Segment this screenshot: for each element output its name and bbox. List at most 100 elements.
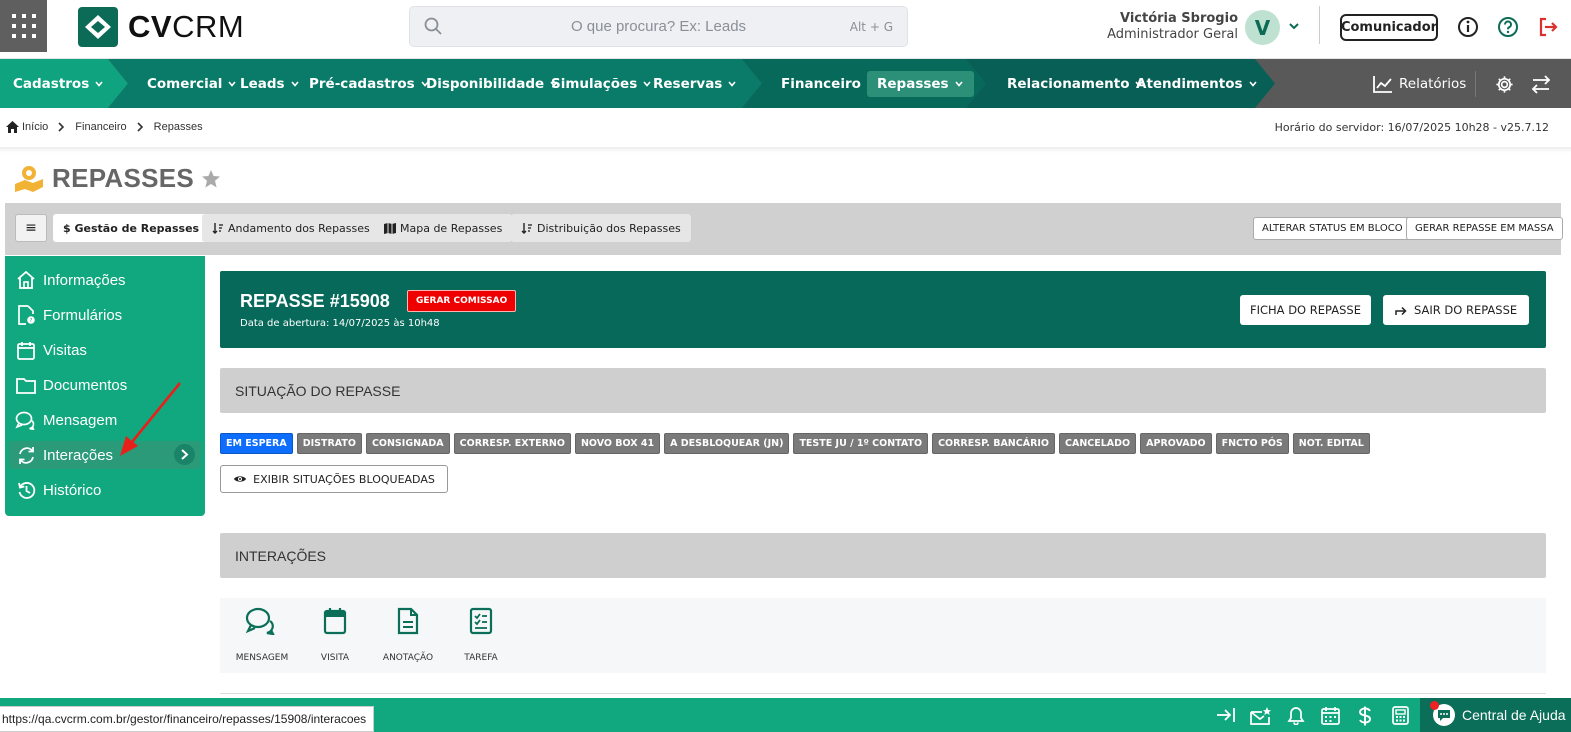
nav-repasses[interactable]: Repasses <box>867 71 974 97</box>
sidebar-item-visitas[interactable]: Visitas <box>15 336 87 364</box>
avatar[interactable]: V <box>1245 10 1280 45</box>
search-placeholder: O que procura? Ex: Leads <box>570 18 747 35</box>
sidebar-item-formularios[interactable]: ? Formulários <box>15 301 122 329</box>
action-tarefa[interactable]: TAREFA <box>444 607 518 663</box>
ficha-repasse-button[interactable]: FICHA DO REPASSE <box>1240 295 1371 325</box>
tab-andamento-repasses[interactable]: Andamento dos Repasses <box>202 214 380 242</box>
share-arrow-icon <box>1395 306 1407 315</box>
nav-leads[interactable]: Leads <box>240 59 300 108</box>
status-chip[interactable]: A DESBLOQUEAR (JN) <box>664 433 790 454</box>
nav-cadastros[interactable]: Cadastros <box>13 59 104 108</box>
nav-comercial[interactable]: Comercial <box>147 59 237 108</box>
sidebar-item-interacoes[interactable]: Interações <box>9 441 201 469</box>
nav-disponibilidade[interactable]: Disponibilidade <box>426 59 559 108</box>
tab-gestao-repasses[interactable]: $ Gestão de Repasses <box>53 214 210 242</box>
nav-relacionamento[interactable]: Relacionamento <box>1007 59 1144 108</box>
status-chip[interactable]: DISTRATO <box>296 433 362 454</box>
status-chip[interactable]: CORRESP. EXTERNO <box>453 433 571 454</box>
sort-icon <box>521 223 532 234</box>
chart-line-icon <box>1373 75 1392 93</box>
star-icon[interactable] <box>201 169 221 189</box>
folder-icon <box>16 377 36 394</box>
chevron-down-icon <box>228 80 237 87</box>
breadcrumb-financeiro[interactable]: Financeiro <box>75 121 126 133</box>
divider <box>1319 6 1320 44</box>
calendar-icon <box>323 608 347 635</box>
calendar-icon[interactable] <box>1321 706 1340 725</box>
nav-atendimentos[interactable]: Atendimentos <box>1136 59 1258 108</box>
cvcrm-logo[interactable]: CVCRM <box>78 7 244 47</box>
tabs-bar: ≡ $ Gestão de Repasses Andamento dos Rep… <box>5 203 1563 255</box>
nav-simulacoes[interactable]: Simulações <box>551 59 652 108</box>
swap-icon[interactable] <box>1531 75 1551 94</box>
sair-repasse-button[interactable]: SAIR DO REPASSE <box>1383 295 1530 325</box>
status-badge: GERAR COMISSAO <box>407 290 517 312</box>
sync-icon <box>18 446 34 464</box>
tab-distribuicao-repasses[interactable]: Distribuição dos Repasses <box>511 214 691 242</box>
divider <box>0 147 1571 153</box>
menu-toggle-button[interactable]: ≡ <box>15 214 47 242</box>
breadcrumb-repasses[interactable]: Repasses <box>154 121 203 133</box>
cvcrm-logo-icon <box>78 7 118 47</box>
exibir-bloqueadas-button[interactable]: EXIBIR SITUAÇÕES BLOQUEADAS <box>220 465 448 493</box>
chevron-right-icon[interactable] <box>174 444 195 465</box>
user-name: Victória Sbrogio <box>1119 11 1238 26</box>
server-time: Horário do servidor: 16/07/2025 10h28 - … <box>1274 121 1549 134</box>
sidebar-item-informacoes[interactable]: Informações <box>15 266 126 294</box>
bell-icon[interactable] <box>1287 706 1305 725</box>
status-chip[interactable]: FNCTO PÓS <box>1215 433 1289 454</box>
chevron-down-icon[interactable] <box>1288 20 1300 32</box>
status-chip[interactable]: CONSIGNADA <box>365 433 450 454</box>
nav-financeiro[interactable]: Financeiro <box>781 59 876 108</box>
chevron-right-icon <box>58 122 65 132</box>
breadcrumb-inicio[interactable]: Início <box>22 121 48 133</box>
action-visita[interactable]: VISITA <box>298 607 372 663</box>
gerar-repasse-massa-button[interactable]: GERAR REPASSE EM MASSA <box>1406 217 1563 240</box>
sort-icon <box>212 223 223 234</box>
sidebar-item-mensagem[interactable]: Mensagem <box>15 406 117 434</box>
nav-pre-cadastros[interactable]: Pré-cadastros <box>309 59 430 108</box>
apps-grid-icon[interactable] <box>0 0 47 52</box>
chevron-right-icon <box>137 122 143 132</box>
sidebar-item-historico[interactable]: Histórico <box>15 476 101 504</box>
collapse-right-icon[interactable] <box>1216 706 1236 724</box>
search-input[interactable]: O que procura? Ex: Leads Alt + G <box>409 6 908 47</box>
info-icon[interactable] <box>1457 16 1479 38</box>
communicator-button[interactable]: Comunicador <box>1340 14 1438 41</box>
help-center-button[interactable]: Central de Ajuda <box>1420 698 1571 732</box>
status-chip[interactable]: CORRESP. BANCÁRIO <box>932 433 1056 454</box>
svg-text:?: ? <box>30 318 33 324</box>
status-chip[interactable]: TESTE JU / 1º CONTATO <box>793 433 929 454</box>
repasse-title: REPASSE #15908 <box>240 291 390 311</box>
chevron-down-icon <box>290 80 299 87</box>
status-chip[interactable]: NOVO BOX 41 <box>574 433 661 454</box>
gear-icon[interactable] <box>1495 75 1514 94</box>
user-info[interactable]: Victória Sbrogio Administrador Geral <box>1107 11 1238 43</box>
action-anotacao[interactable]: ANOTAÇÃO <box>371 607 445 663</box>
logout-icon[interactable] <box>1537 16 1559 38</box>
interacoes-section-title: INTERAÇÕES <box>220 533 1546 578</box>
calculator-icon[interactable] <box>1392 706 1409 725</box>
status-chip[interactable]: APROVADO <box>1140 433 1212 454</box>
situacao-chips: EM ESPERA DISTRATO CONSIGNADA CORRESP. E… <box>220 433 1370 454</box>
task-list-icon <box>469 607 493 635</box>
nav-relatorios[interactable]: Relatórios <box>1373 59 1466 108</box>
help-icon[interactable] <box>1497 16 1519 38</box>
status-chip[interactable]: EM ESPERA <box>220 433 293 454</box>
status-chip[interactable]: NOT. EDITAL <box>1292 433 1370 454</box>
page-title: REPASSES <box>52 163 195 193</box>
logo-text: CVCRM <box>128 9 245 44</box>
interacoes-actions: MENSAGEM VISITA ANOTAÇÃO TAREFA <box>220 598 1546 673</box>
status-chip[interactable]: CANCELADO <box>1059 433 1137 454</box>
action-mensagem[interactable]: MENSAGEM <box>225 607 299 663</box>
tab-mapa-repasses[interactable]: Mapa de Repasses <box>374 214 513 242</box>
mail-star-icon[interactable] <box>1250 706 1272 725</box>
alterar-status-bloco-button[interactable]: ALTERAR STATUS EM BLOCO <box>1253 217 1412 240</box>
divider <box>1475 71 1476 97</box>
nav-reservas[interactable]: Reservas <box>653 59 737 108</box>
dollar-icon[interactable] <box>1357 706 1373 726</box>
document-icon <box>397 607 419 635</box>
home-icon <box>17 271 35 289</box>
chevron-down-icon <box>728 80 736 87</box>
sidebar-item-documentos[interactable]: Documentos <box>15 371 127 399</box>
